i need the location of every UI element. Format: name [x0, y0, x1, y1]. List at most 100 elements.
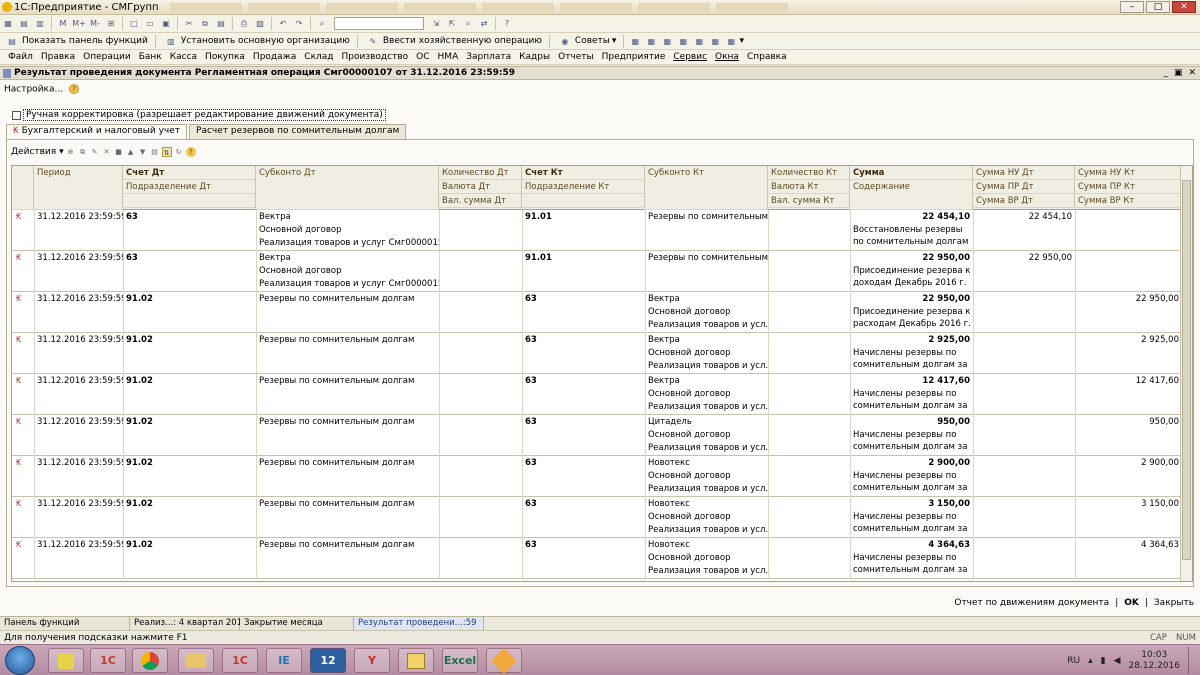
header-content[interactable]: Содержание	[850, 180, 973, 210]
header-vr-kt[interactable]: Сумма ВР Кт	[1075, 194, 1182, 208]
find-next-icon[interactable]: ⇲	[429, 18, 443, 30]
show-panel-button[interactable]: ▤ Показать панель функций	[0, 35, 152, 47]
help-icon[interactable]: ?	[68, 84, 79, 94]
menu-item-fixed-assets[interactable]: ОС	[412, 52, 433, 62]
background-tab[interactable]	[170, 2, 242, 12]
redo-icon[interactable]: ↷	[292, 18, 306, 30]
memory-m-icon[interactable]: M	[56, 18, 70, 30]
menu-item-cash[interactable]: Касса	[166, 52, 201, 62]
menu-item-sales[interactable]: Продажа	[249, 52, 300, 62]
report-grid-icon[interactable]: ▦	[724, 35, 738, 47]
grid-help-icon[interactable]: ?	[185, 147, 196, 157]
report-grid-icon[interactable]: ▦	[676, 35, 690, 47]
report-grid-icon[interactable]: ▦	[660, 35, 674, 47]
menu-item-warehouse[interactable]: Склад	[300, 52, 337, 62]
report-grid-icon[interactable]: ▦	[644, 35, 658, 47]
clock[interactable]: 10:03 28.12.2016	[1128, 650, 1180, 672]
table-row[interactable]: ₭ 31.12.2016 23:59:59 91.02 Резервы по сомн…	[12, 374, 1192, 415]
tab-accounting[interactable]: ₭ Бухгалтерский и налоговый учет	[6, 124, 188, 139]
header-subconto-kt[interactable]: Субконто Кт	[645, 166, 768, 210]
set-org-button[interactable]: ▥ Установить основную организацию	[159, 35, 354, 47]
background-tab[interactable]	[482, 2, 554, 12]
background-tab[interactable]	[248, 2, 320, 12]
movements-report-button[interactable]: Отчет по движениям документа	[954, 598, 1109, 608]
table-row[interactable]: ₭ 31.12.2016 23:59:59 91.02 Резервы по сомн…	[12, 456, 1192, 497]
background-tab[interactable]	[716, 2, 788, 12]
replace-icon[interactable]: ⇄	[477, 18, 491, 30]
close-icon[interactable]: ✕	[1188, 68, 1196, 78]
move-down-icon[interactable]: ▼	[138, 147, 148, 157]
header-dept-kt[interactable]: Подразделение Кт	[522, 180, 645, 194]
ok-button[interactable]: OK	[1124, 598, 1139, 608]
help-toolbar-icon[interactable]: ?	[500, 18, 514, 30]
menu-item-file[interactable]: Файл	[0, 52, 37, 62]
new-file-icon[interactable]: □	[127, 18, 141, 30]
calc-icon[interactable]: ▥	[33, 18, 47, 30]
table-row[interactable]: ₭ 31.12.2016 23:59:59 91.02 Резервы по сомн…	[12, 415, 1192, 456]
settings-link[interactable]: Настройка... ?	[4, 84, 79, 95]
print-icon[interactable]: ⎙	[237, 18, 251, 30]
header-subconto-dt[interactable]: Субконто Дт	[256, 166, 439, 210]
header-sum[interactable]: Сумма	[850, 166, 973, 180]
search-combo[interactable]	[334, 17, 424, 30]
start-button[interactable]	[5, 646, 35, 675]
tray-arrow-icon[interactable]: ▴	[1088, 656, 1093, 666]
background-tab[interactable]	[560, 2, 632, 12]
minimize-icon[interactable]: _	[1163, 68, 1168, 78]
actions-menu[interactable]: Действия ▾	[11, 147, 64, 157]
minimize-icon[interactable]: –	[1120, 1, 1144, 13]
tree-icon[interactable]: ⊞	[104, 18, 118, 30]
menu-item-hr[interactable]: Кадры	[515, 52, 554, 62]
copy-icon[interactable]: ⧉	[78, 147, 88, 157]
header-cur-kt[interactable]: Валюта Кт	[768, 180, 850, 194]
tips-button[interactable]: ◉ Советы ▾	[553, 35, 621, 47]
header-acc-dt[interactable]: Счет Дт	[123, 166, 256, 180]
header-cur-sum-kt[interactable]: Вал. сумма Кт	[768, 194, 850, 208]
menu-item-edit[interactable]: Правка	[37, 52, 79, 62]
header-vr-dt[interactable]: Сумма ВР Дт	[973, 194, 1075, 208]
language-indicator[interactable]: RU	[1067, 656, 1080, 666]
report-grid-icon[interactable]: ▦	[708, 35, 722, 47]
scrollbar-thumb[interactable]	[1182, 180, 1191, 560]
vertical-scrollbar[interactable]	[1180, 166, 1192, 581]
save-icon[interactable]: ▦	[1, 18, 15, 30]
window-tab-result[interactable]: Результат проведени...:59	[354, 617, 484, 630]
taskbar-app-excel[interactable]: Excel	[442, 648, 478, 673]
menu-item-reports[interactable]: Отчеты	[554, 52, 598, 62]
cut-icon[interactable]: ✂	[182, 18, 196, 30]
paste-icon[interactable]: ▤	[214, 18, 228, 30]
checkbox-box[interactable]	[12, 110, 21, 120]
header-dept-dt[interactable]: Подразделение Дт	[123, 180, 256, 194]
sort-icon[interactable]: ⇅	[161, 147, 172, 157]
background-tab[interactable]	[638, 2, 710, 12]
edit-icon[interactable]: ✎	[90, 147, 100, 157]
network-icon[interactable]: ▮	[1101, 656, 1106, 666]
table-row[interactable]: ₭ 31.12.2016 23:59:59 91.02 Резервы по сомн…	[12, 333, 1192, 374]
enter-operation-button[interactable]: ✎ Ввести хозяйственную операцию	[361, 35, 546, 47]
window-tab-functions[interactable]: Панель функций	[0, 617, 130, 630]
header-cur-dt[interactable]: Валюта Дт	[439, 180, 522, 194]
report-grid-icon[interactable]: ▦	[692, 35, 706, 47]
close-button[interactable]: Закрыть	[1154, 598, 1194, 608]
maximize-icon[interactable]: ▣	[1174, 68, 1183, 78]
manual-edit-checkbox[interactable]: Ручная корректировка (разрешает редактир…	[12, 109, 386, 121]
header-period[interactable]: Период	[34, 166, 123, 210]
taskbar-app-1c-2[interactable]: 1С	[222, 648, 258, 673]
chevron-down-icon[interactable]: ▾	[739, 36, 744, 46]
delete-icon[interactable]: ✕	[102, 147, 112, 157]
background-tab[interactable]	[326, 2, 398, 12]
menu-item-bank[interactable]: Банк	[135, 52, 166, 62]
header-nu-dt[interactable]: Сумма НУ Дт	[973, 166, 1075, 180]
header-qty-kt[interactable]: Количество Кт	[768, 166, 850, 180]
menu-item-windows[interactable]: Окна	[711, 52, 743, 62]
menu-item-operations[interactable]: Операции	[79, 52, 135, 62]
menu-item-purchase[interactable]: Покупка	[201, 52, 249, 62]
header-acc-kt[interactable]: Счет Кт	[522, 166, 645, 180]
show-desktop-button[interactable]	[1188, 647, 1196, 674]
close-icon[interactable]: ✕	[1172, 1, 1196, 13]
table-row[interactable]: ₭ 31.12.2016 23:59:59 63 Вектра Основной дог…	[12, 251, 1192, 292]
window-tab-month-close[interactable]: Закрытие месяца	[240, 617, 354, 630]
filter-icon[interactable]: ▤	[150, 147, 160, 157]
taskbar-app-12[interactable]: 12	[310, 648, 346, 673]
search-icon[interactable]: ⌕	[315, 18, 329, 30]
